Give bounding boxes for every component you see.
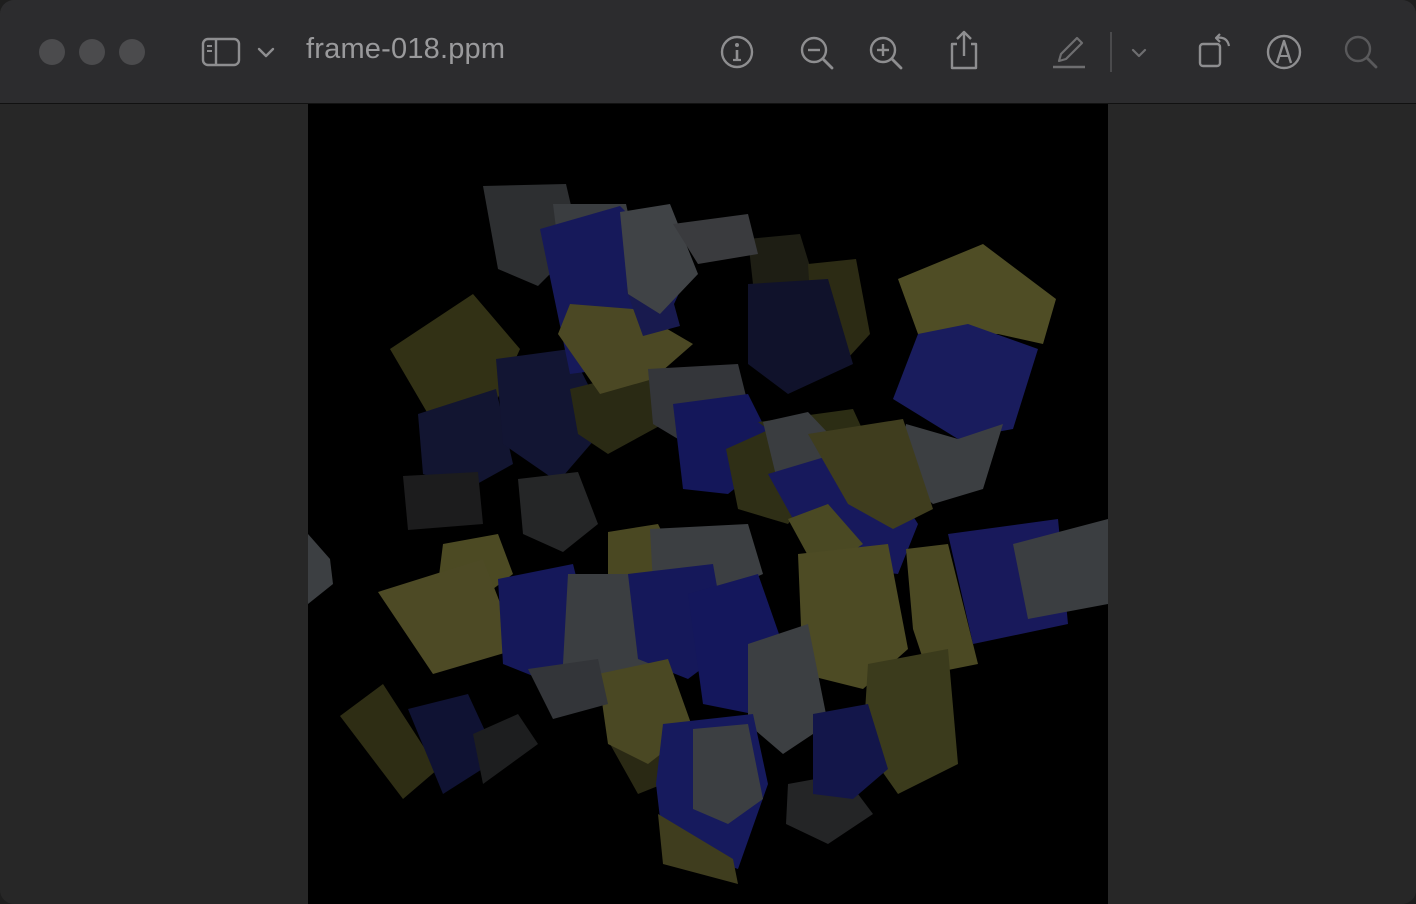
toolbar-divider xyxy=(1110,32,1112,72)
chevron-down-icon xyxy=(1131,48,1147,58)
image-view xyxy=(308,104,1108,904)
zoom-button[interactable] xyxy=(119,39,145,65)
sidebar-toggle-button[interactable] xyxy=(198,34,244,70)
markup-pencil-icon xyxy=(1053,36,1085,69)
annotate-icon xyxy=(1266,34,1302,70)
preview-window: frame-018.ppm xyxy=(0,0,1416,904)
rotate-button[interactable] xyxy=(1193,30,1235,72)
sidebar-icon xyxy=(201,37,241,67)
info-button[interactable] xyxy=(717,32,757,72)
zoom-in-icon xyxy=(869,36,903,70)
search-button[interactable] xyxy=(1340,31,1382,73)
markup-menu-chevron[interactable] xyxy=(1128,42,1150,64)
close-button[interactable] xyxy=(39,39,65,65)
zoom-in-button[interactable] xyxy=(865,32,907,74)
title-bar: frame-018.ppm xyxy=(0,0,1416,104)
zoom-out-button[interactable] xyxy=(796,32,838,74)
window-title: frame-018.ppm xyxy=(306,33,506,65)
search-icon xyxy=(1344,35,1378,69)
share-button[interactable] xyxy=(944,28,984,72)
share-icon xyxy=(950,30,978,70)
chevron-down-icon xyxy=(257,47,275,58)
rendered-cubes-image xyxy=(308,184,1108,884)
zoom-out-icon xyxy=(800,36,834,70)
minimize-button[interactable] xyxy=(79,39,105,65)
annotate-button[interactable] xyxy=(1263,31,1305,73)
rotate-icon xyxy=(1198,33,1231,68)
info-icon xyxy=(720,35,754,69)
sidebar-menu-chevron[interactable] xyxy=(254,40,278,64)
markup-button[interactable] xyxy=(1048,30,1090,72)
